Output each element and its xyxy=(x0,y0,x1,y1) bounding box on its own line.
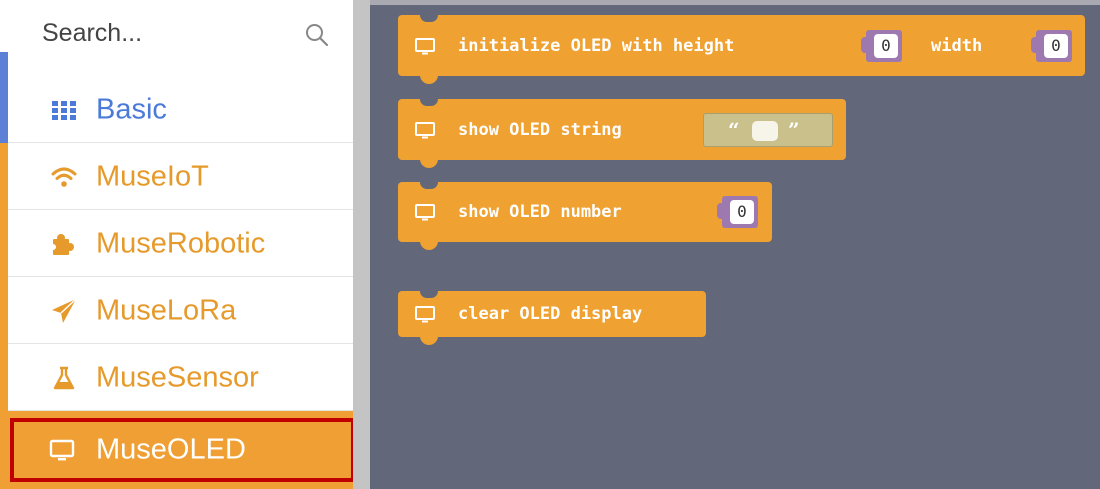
open-quote: “ xyxy=(728,117,740,142)
block-label: clear OLED display xyxy=(458,304,643,324)
monitor-icon xyxy=(415,204,435,221)
flask-icon xyxy=(53,366,75,389)
category-stripe xyxy=(0,277,8,344)
block-notch xyxy=(420,159,438,168)
toolbox-scrollbar[interactable] xyxy=(353,0,370,489)
search-bar[interactable]: Search... xyxy=(0,0,353,70)
block-show-oled-string[interactable]: show OLED string “ ” xyxy=(398,99,846,168)
category-label: MuseOLED xyxy=(96,433,246,466)
category-label: MuseSensor xyxy=(96,361,259,393)
number-input-slot[interactable]: 0 xyxy=(717,196,758,228)
block-initialize-oled[interactable]: initialize OLED with height 0 width 0 xyxy=(398,15,1085,84)
width-value[interactable]: 0 xyxy=(1044,33,1068,58)
block-label-width: width xyxy=(931,35,983,56)
category-label: MuseIoT xyxy=(96,160,209,192)
category-museiot[interactable]: MuseIoT xyxy=(0,143,353,210)
category-stripe xyxy=(0,143,8,210)
category-label: MuseLoRa xyxy=(96,294,237,326)
category-stripe xyxy=(0,210,8,277)
height-input-slot[interactable]: 0 xyxy=(861,29,902,62)
width-input-slot[interactable]: 0 xyxy=(1031,29,1072,62)
category-muserobotic[interactable]: MuseRobotic xyxy=(0,210,353,277)
string-input-slot[interactable]: “ ” xyxy=(703,112,833,147)
workspace-top-border xyxy=(370,0,1100,5)
category-museoled[interactable]: MuseOLED xyxy=(0,411,353,489)
category-stripe xyxy=(0,344,8,411)
height-value[interactable]: 0 xyxy=(874,33,898,58)
string-value[interactable] xyxy=(752,120,778,141)
category-label: Basic xyxy=(96,93,167,125)
slot-connector xyxy=(1031,36,1040,53)
number-value[interactable]: 0 xyxy=(730,200,754,224)
slot-connector xyxy=(717,203,726,219)
block-notch xyxy=(420,99,438,106)
block-show-oled-number[interactable]: show OLED number 0 xyxy=(398,182,772,250)
monitor-icon xyxy=(415,121,435,138)
search-icon[interactable] xyxy=(304,22,330,48)
block-notch xyxy=(420,336,438,345)
category-muselora[interactable]: MuseLoRa xyxy=(0,277,353,344)
block-clear-oled-display[interactable]: clear OLED display xyxy=(398,291,706,345)
block-notch xyxy=(420,291,438,298)
block-notch xyxy=(420,75,438,84)
slot-connector xyxy=(861,36,870,53)
wifi-icon xyxy=(51,167,77,187)
blocks-workspace[interactable]: initialize OLED with height 0 width 0 sh… xyxy=(370,0,1100,489)
category-basic[interactable]: Basic xyxy=(0,76,353,143)
block-label: show OLED number xyxy=(458,202,622,222)
grid-icon xyxy=(52,100,76,120)
monitor-icon xyxy=(415,306,435,323)
block-notch xyxy=(420,241,438,250)
search-input[interactable]: Search... xyxy=(42,19,142,48)
category-musesensor[interactable]: MuseSensor xyxy=(0,344,353,411)
block-label: initialize OLED with height xyxy=(458,35,735,56)
category-stripe xyxy=(0,76,8,143)
block-notch xyxy=(420,15,438,22)
monitor-icon xyxy=(415,37,435,54)
send-icon xyxy=(52,297,77,323)
block-notch xyxy=(420,182,438,189)
monitor-icon xyxy=(49,439,75,461)
puzzle-icon xyxy=(50,233,74,255)
toolbox-sidebar: Search... Basic MuseIoT MuseRobotic Muse… xyxy=(0,0,355,489)
block-label: show OLED string xyxy=(458,119,622,140)
close-quote: ” xyxy=(788,117,800,142)
category-label: MuseRobotic xyxy=(96,227,266,259)
